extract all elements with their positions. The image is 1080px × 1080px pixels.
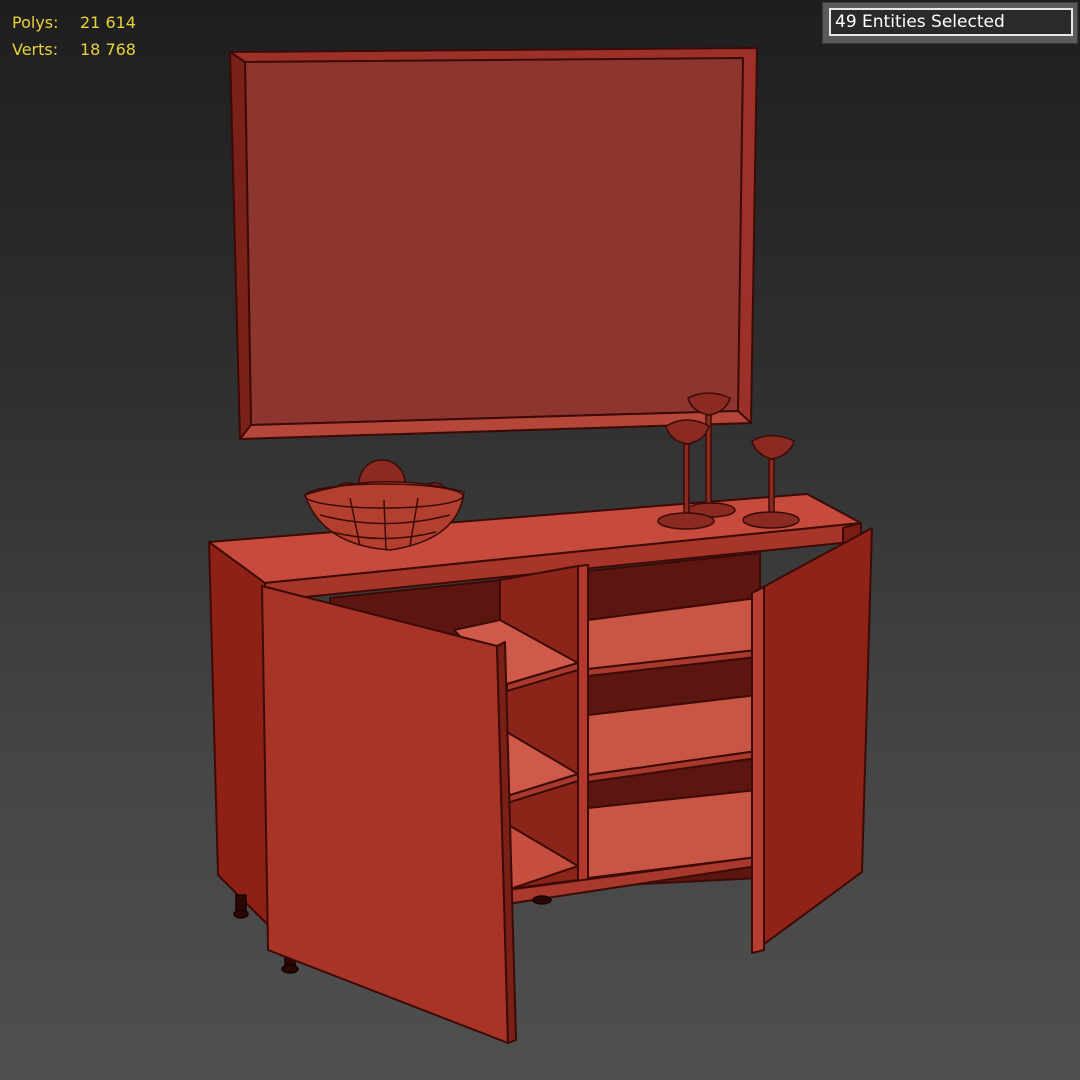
verts-label: Verts: xyxy=(12,40,59,59)
right-door[interactable] xyxy=(751,527,873,954)
selection-panel: 49 Entities Selected xyxy=(822,2,1078,44)
viewport-3d[interactable] xyxy=(0,0,1080,1080)
viewport-stats: Polys: 21 614 Verts: 18 768 xyxy=(12,9,136,63)
tv-frame[interactable] xyxy=(229,47,758,440)
polys-value: 21 614 xyxy=(80,13,136,32)
left-door[interactable] xyxy=(261,585,517,1044)
selection-count-field[interactable]: 49 Entities Selected xyxy=(829,8,1073,36)
verts-value: 18 768 xyxy=(80,40,136,59)
verts-row: Verts: 18 768 xyxy=(12,36,136,63)
polys-label: Polys: xyxy=(12,13,59,32)
polys-row: Polys: 21 614 xyxy=(12,9,136,36)
